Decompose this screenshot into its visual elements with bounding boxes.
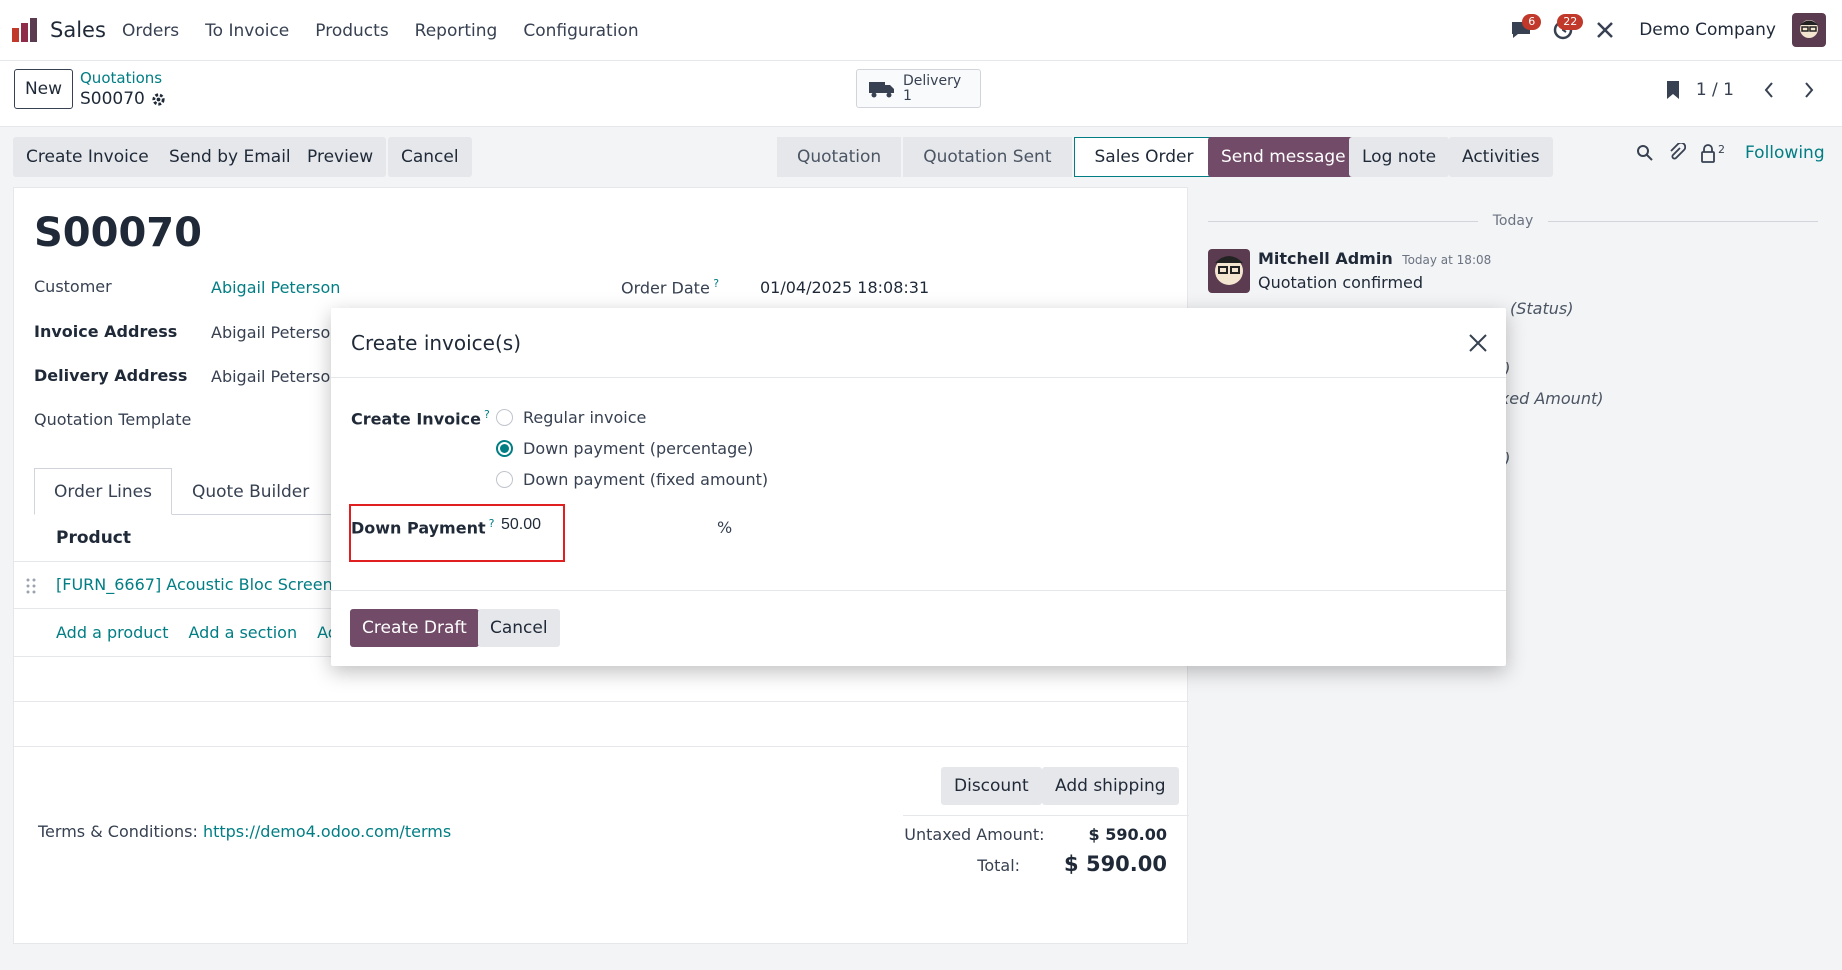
highlight-box: [349, 504, 565, 562]
dialog-title: Create invoice(s): [351, 331, 521, 355]
radio-button-selected[interactable]: [496, 440, 513, 457]
create-draft-button[interactable]: Create Draft: [350, 609, 479, 647]
radio-label[interactable]: Down payment (fixed amount): [523, 470, 768, 489]
dialog-footer: Create Draft Cancel: [331, 590, 1506, 666]
radio-regular-invoice[interactable]: Regular invoice: [496, 408, 646, 427]
radio-button[interactable]: [496, 409, 513, 426]
radio-label[interactable]: Regular invoice: [523, 408, 646, 427]
radio-down-payment-fixed[interactable]: Down payment (fixed amount): [496, 470, 768, 489]
down-payment-unit: %: [717, 518, 733, 537]
radio-button[interactable]: [496, 471, 513, 488]
create-invoice-label: Create Invoice?: [351, 408, 490, 429]
radio-down-payment-percentage[interactable]: Down payment (percentage): [496, 439, 753, 458]
dialog-cancel-button[interactable]: Cancel: [478, 609, 560, 647]
create-invoice-dialog: Create invoice(s) Create Invoice? Regula…: [331, 308, 1506, 666]
modal-backdrop: Create invoice(s) Create Invoice? Regula…: [0, 0, 1842, 970]
close-icon[interactable]: [1466, 331, 1490, 355]
dialog-header: Create invoice(s): [331, 308, 1506, 378]
radio-label[interactable]: Down payment (percentage): [523, 439, 753, 458]
